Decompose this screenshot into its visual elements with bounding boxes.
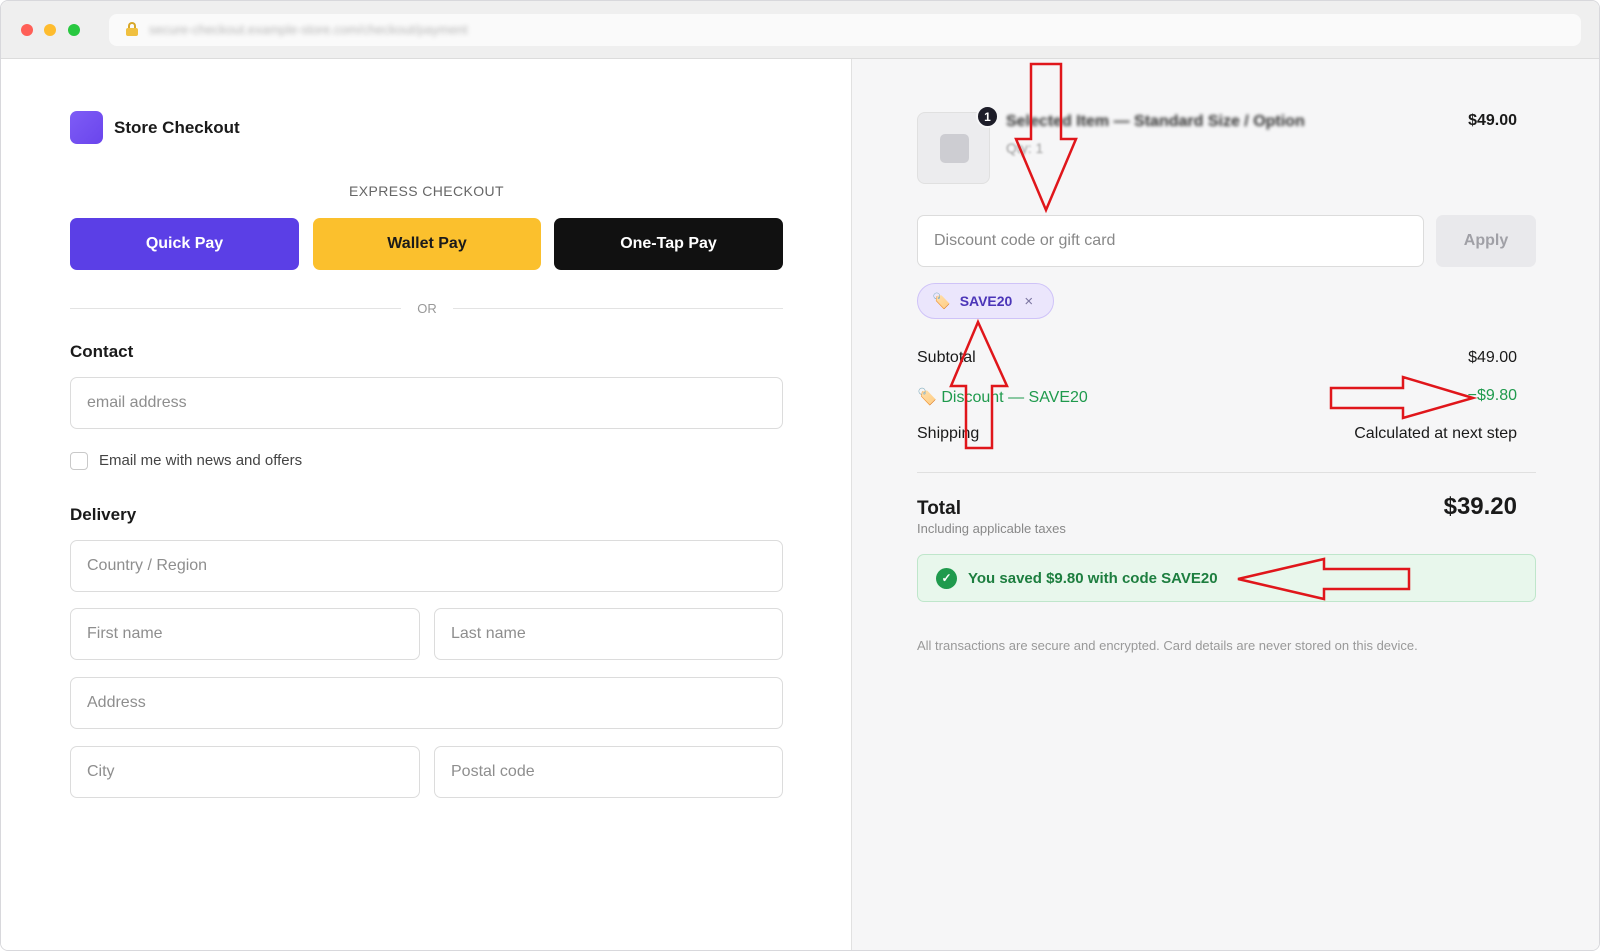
check-circle-icon: ✓ <box>936 567 957 589</box>
product-image-placeholder <box>940 134 969 163</box>
total-tax-note: Including applicable taxes <box>917 521 1066 536</box>
checkout-form-pane: Store Checkout EXPRESS CHECKOUT Quick Pa… <box>1 59 851 950</box>
lock-icon <box>126 22 138 36</box>
close-window-button[interactable] <box>21 24 33 36</box>
or-separator: OR <box>417 301 437 316</box>
total-label: Total <box>917 498 961 519</box>
apply-discount-button[interactable]: Apply <box>1436 215 1536 267</box>
divider-left <box>70 308 401 309</box>
quantity-badge: 1 <box>976 105 999 128</box>
store-name: Store Checkout <box>114 118 240 137</box>
security-note: All transactions are secure and encrypte… <box>917 638 1418 653</box>
product-qty: Qty: 1 <box>1006 140 1044 156</box>
minimize-window-button[interactable] <box>44 24 56 36</box>
url-text: secure-checkout.example-store.com/checko… <box>149 22 468 37</box>
total-value: $39.20 <box>1443 493 1517 520</box>
discount-value: −$9.80 <box>1467 387 1517 404</box>
discount-label-text: Discount — SAVE20 <box>941 389 1088 406</box>
store-logo <box>70 111 103 144</box>
shipping-label: Shipping <box>917 425 980 442</box>
address-bar[interactable]: secure-checkout.example-store.com/checko… <box>109 14 1581 46</box>
tag-icon: 🏷️ <box>917 389 937 406</box>
postal-code-field[interactable]: Postal code <box>434 746 783 798</box>
wallet-pay-button[interactable]: Wallet Pay <box>313 218 541 270</box>
newsletter-checkbox[interactable] <box>70 452 88 470</box>
applied-code-label: SAVE20 <box>959 293 1013 309</box>
savings-text: You saved $9.80 with code SAVE20 <box>968 569 1218 587</box>
country-field[interactable]: Country / Region <box>70 540 783 592</box>
product-price: $49.00 <box>1468 112 1517 129</box>
savings-banner: ✓ You saved $9.80 with code SAVE20 <box>917 554 1536 602</box>
first-name-field[interactable]: First name <box>70 608 420 660</box>
discount-code-input[interactable]: Discount code or gift card <box>917 215 1424 267</box>
remove-discount-icon[interactable]: × <box>1024 293 1033 310</box>
divider-right <box>453 308 783 309</box>
email-field[interactable]: email address <box>70 377 783 429</box>
order-summary-pane: 1 Selected Item — Standard Size / Option… <box>851 59 1599 950</box>
address-field[interactable]: Address <box>70 677 783 729</box>
delivery-heading: Delivery <box>70 505 137 524</box>
product-name: Selected Item — Standard Size / Option <box>1006 113 1305 130</box>
newsletter-label: Email me with news and offers <box>99 452 303 469</box>
tag-icon: 🏷️ <box>932 293 951 310</box>
one-tap-pay-button[interactable]: One-Tap Pay <box>554 218 783 270</box>
quick-pay-button[interactable]: Quick Pay <box>70 218 299 270</box>
express-checkout-label: EXPRESS CHECKOUT <box>349 183 504 199</box>
subtotal-value: $49.00 <box>1468 349 1517 366</box>
summary-divider <box>917 472 1536 473</box>
last-name-field[interactable]: Last name <box>434 608 783 660</box>
browser-titlebar: secure-checkout.example-store.com/checko… <box>1 1 1599 59</box>
browser-window: secure-checkout.example-store.com/checko… <box>0 0 1600 951</box>
subtotal-label: Subtotal <box>917 349 976 366</box>
city-field[interactable]: City <box>70 746 420 798</box>
discount-row-label: 🏷️ Discount — SAVE20 <box>917 387 1088 407</box>
shipping-value: Calculated at next step <box>1354 425 1517 442</box>
contact-heading: Contact <box>70 342 134 361</box>
maximize-window-button[interactable] <box>68 24 80 36</box>
applied-discount-chip: 🏷️ SAVE20 × <box>917 283 1054 319</box>
